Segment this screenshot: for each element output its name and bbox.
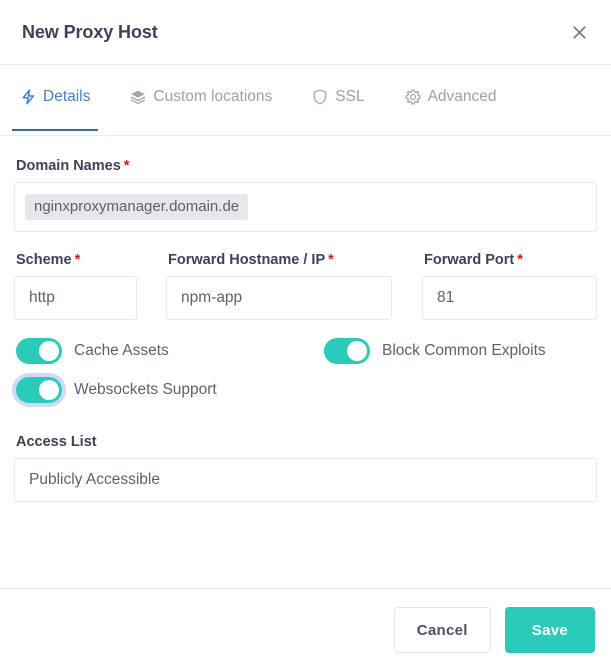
forward-hostname-input[interactable] xyxy=(166,276,392,320)
lightning-bolt-icon xyxy=(20,89,36,105)
forward-port-field: Forward Port * xyxy=(422,252,597,320)
save-button[interactable]: Save xyxy=(504,607,595,653)
block-common-exploits-switch[interactable] xyxy=(324,338,370,364)
cache-assets-label: Cache Assets xyxy=(74,342,169,359)
tab-details-label: Details xyxy=(43,88,91,105)
websockets-support-switch[interactable] xyxy=(16,377,62,403)
tab-ssl-label: SSL xyxy=(335,88,365,105)
scheme-input[interactable] xyxy=(14,276,137,320)
domain-names-label: Domain Names * xyxy=(16,158,597,174)
forward-port-input[interactable] xyxy=(422,276,597,320)
tab-details[interactable]: Details xyxy=(11,87,99,131)
modal-footer: Cancel Save xyxy=(0,588,611,671)
domain-names-input[interactable]: nginxproxymanager.domain.de xyxy=(14,182,597,232)
scheme-field: Scheme * xyxy=(14,252,166,320)
domain-tag[interactable]: nginxproxymanager.domain.de xyxy=(25,193,249,221)
cache-assets-switch[interactable] xyxy=(16,338,62,364)
domain-names-field: Domain Names * nginxproxymanager.domain.d… xyxy=(14,158,597,232)
websockets-support-label: Websockets Support xyxy=(74,381,217,398)
websockets-support-toggle[interactable]: Websockets Support xyxy=(14,377,324,403)
required-marker: * xyxy=(328,252,334,268)
block-common-exploits-toggle[interactable]: Block Common Exploits xyxy=(324,338,546,364)
tab-bar: Details Custom locations SSL Advanced xyxy=(0,65,611,136)
forward-hostname-label: Forward Hostname / IP * xyxy=(168,252,392,268)
toggle-row-2: Websockets Support xyxy=(14,377,597,403)
access-list-label-text: Access List xyxy=(16,434,97,450)
forward-settings-row: Scheme* Forward Hostname / IP* Forward P… xyxy=(14,252,597,320)
tab-custom-locations-label: Custom locations xyxy=(153,88,273,105)
tab-custom-locations[interactable]: Custom locations xyxy=(124,87,278,130)
modal-body: Domain Names * nginxproxymanager.domain.d… xyxy=(0,136,611,588)
scheme-label-text: Scheme xyxy=(16,252,72,268)
gear-icon xyxy=(405,89,421,105)
page-title: New Proxy Host xyxy=(22,21,158,42)
tab-ssl[interactable]: SSL xyxy=(306,87,370,130)
tab-advanced-label: Advanced xyxy=(427,88,497,105)
required-marker: * xyxy=(74,252,81,268)
forward-hostname-label-text: Forward Hostname / IP xyxy=(168,252,326,268)
close-button[interactable] xyxy=(565,18,593,46)
cancel-button[interactable]: Cancel xyxy=(393,607,491,653)
layers-icon xyxy=(130,89,146,105)
shield-icon xyxy=(312,89,328,105)
new-proxy-host-modal: New Proxy Host Details Custom locations … xyxy=(0,0,611,671)
block-common-exploits-label: Block Common Exploits xyxy=(382,342,546,359)
access-list-label: Access List xyxy=(16,434,597,450)
forward-hostname-field: Forward Hostname / IP * xyxy=(166,252,422,320)
cache-assets-toggle[interactable]: Cache Assets xyxy=(14,338,324,364)
toggle-row-1: Cache Assets Block Common Exploits xyxy=(14,338,597,364)
scheme-label: Scheme * xyxy=(16,252,137,268)
forward-port-label: Forward Port * xyxy=(424,252,597,268)
required-marker: * xyxy=(123,158,130,174)
modal-header: New Proxy Host xyxy=(0,0,611,65)
access-list-input[interactable] xyxy=(14,458,597,502)
required-marker: * xyxy=(517,252,523,268)
forward-port-label-text: Forward Port xyxy=(424,252,515,268)
tab-advanced[interactable]: Advanced xyxy=(399,87,503,130)
access-list-field: Access List xyxy=(14,434,597,502)
close-icon xyxy=(572,25,587,40)
domain-names-label-text: Domain Names xyxy=(16,158,121,174)
